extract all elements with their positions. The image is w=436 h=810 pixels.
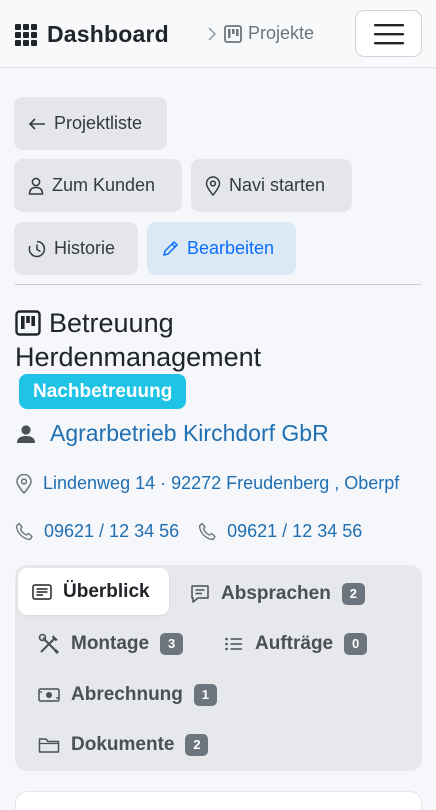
tab-count-badge: 0: [344, 632, 368, 655]
cash-icon: [38, 687, 60, 703]
content-card: [15, 791, 422, 810]
top-navbar: Dashboard Projekte: [0, 0, 436, 68]
tab-billing[interactable]: Abrechnung 1: [24, 671, 231, 718]
chevron-right-icon: [206, 26, 218, 42]
back-label: Projektliste: [54, 113, 143, 133]
folder-icon: [38, 736, 60, 754]
tab-orders[interactable]: Aufträge 0: [210, 620, 381, 667]
kanban-icon: [224, 24, 242, 43]
hamburger-icon: [373, 23, 404, 45]
tab-count-badge: 1: [193, 683, 217, 706]
history-label: Historie: [54, 238, 116, 258]
customer-label: Zum Kunden: [52, 175, 156, 195]
tab-assembly[interactable]: Montage 3: [24, 620, 197, 667]
tab-label: Aufträge: [255, 632, 334, 654]
phone-number: 09621 / 12 34 56: [227, 521, 363, 541]
tab-count-badge: 2: [185, 733, 209, 756]
to-customer-button[interactable]: Zum Kunden: [14, 159, 182, 212]
tab-overview[interactable]: Überblick: [18, 568, 169, 615]
project-title-text: Betreuung Herdenmanagement: [15, 308, 262, 372]
apps-grid-icon: [15, 23, 37, 46]
phone-list: 09621 / 12 34 56 09621 / 12 34 56: [15, 521, 362, 542]
phone-link[interactable]: 09621 / 12 34 56: [198, 521, 362, 542]
tab-count-badge: 3: [160, 632, 184, 655]
pencil-icon: [161, 240, 179, 258]
tab-label: Abrechnung: [71, 683, 183, 705]
clock-history-icon: [28, 240, 46, 258]
brand-title: Dashboard: [47, 21, 169, 47]
phone-link[interactable]: 09621 / 12 34 56: [15, 521, 179, 542]
project-header: Betreuung Herdenmanagement: [15, 306, 421, 374]
tab-label: Absprachen: [221, 582, 331, 604]
start-navigation-button[interactable]: Navi starten: [191, 159, 352, 212]
tab-documents[interactable]: Dokumente 2: [24, 721, 222, 768]
tab-count-badge: 2: [341, 582, 365, 605]
map-pin-icon: [205, 175, 221, 196]
phone-icon: [15, 522, 34, 541]
arrow-left-icon: [28, 117, 46, 131]
project-type-badge: Nachbetreuung: [19, 374, 187, 409]
breadcrumb-label: Projekte: [248, 23, 315, 43]
breadcrumb[interactable]: Projekte: [206, 23, 314, 44]
tab-label: Dokumente: [71, 733, 175, 755]
address-text: Lindenweg 14 · 92272 Freudenberg , Oberp…: [43, 473, 400, 493]
history-button[interactable]: Historie: [14, 222, 138, 275]
map-pin-icon: [15, 473, 33, 494]
phone-icon: [198, 522, 217, 541]
customer-link[interactable]: Agrarbetrieb Kirchdorf GbR: [16, 420, 329, 447]
card-text-icon: [32, 583, 52, 600]
chat-left-text-icon: [190, 584, 210, 604]
brand-link[interactable]: Dashboard: [15, 21, 169, 48]
tab-label: Montage: [71, 632, 150, 654]
project-tabs: Überblick Absprachen 2 Montage 3 Aufträg…: [15, 565, 422, 771]
project-title: Betreuung Herdenmanagement: [15, 306, 421, 374]
tab-agreements[interactable]: Absprachen 2: [176, 570, 379, 617]
navigate-label: Navi starten: [229, 175, 326, 195]
person-fill-icon: [16, 424, 36, 444]
back-to-list-button[interactable]: Projektliste: [14, 97, 167, 150]
phone-number: 09621 / 12 34 56: [44, 521, 180, 541]
tab-label: Überblick: [63, 580, 150, 602]
tools-icon: [38, 633, 60, 655]
customer-name: Agrarbetrieb Kirchdorf GbR: [50, 420, 329, 446]
hamburger-menu-button[interactable]: [355, 10, 422, 57]
list-icon: [224, 636, 244, 652]
edit-label: Bearbeiten: [187, 238, 275, 258]
kanban-icon: [15, 310, 41, 336]
person-icon: [28, 177, 44, 195]
edit-button[interactable]: Bearbeiten: [147, 222, 296, 275]
divider: [15, 284, 421, 285]
address-link[interactable]: Lindenweg 14 · 92272 Freudenberg , Oberp…: [15, 473, 399, 494]
